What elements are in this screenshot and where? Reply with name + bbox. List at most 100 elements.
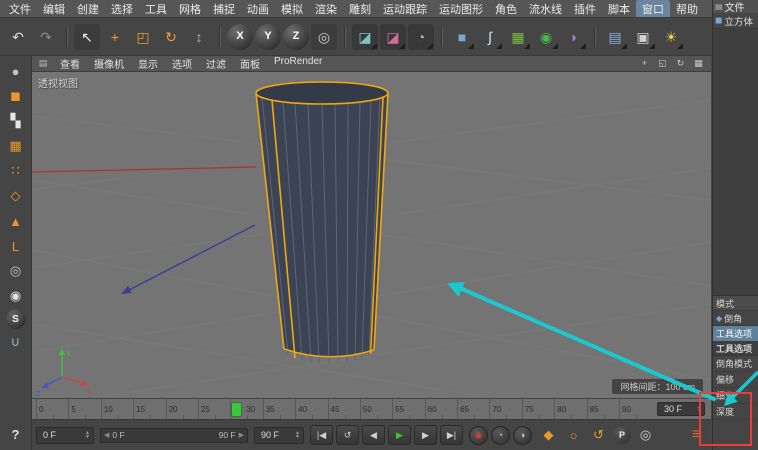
am-mode-menu[interactable]: 模式 <box>713 296 758 311</box>
edges-mode-icon[interactable]: ◇ <box>2 184 30 208</box>
viewport-solo-icon[interactable]: ◎ <box>2 259 30 283</box>
rotate-view-icon[interactable]: ↻ <box>674 58 687 69</box>
next-frame-button[interactable]: ▶ <box>414 425 437 445</box>
menubar-item[interactable]: 角色 <box>489 0 523 18</box>
menubar-item[interactable]: 插件 <box>568 0 602 18</box>
x-axis-lock-button[interactable]: X <box>227 24 253 50</box>
timeline-tick[interactable]: 40 <box>295 399 327 419</box>
timeline-tick[interactable]: 80 <box>554 399 586 419</box>
menubar-item[interactable]: 网格 <box>173 0 207 18</box>
viewport-menu-item[interactable]: 过滤 <box>199 56 233 71</box>
previous-frame-button[interactable]: ◀ <box>362 425 385 445</box>
render-settings-button[interactable]: ◔ <box>408 24 434 50</box>
points-mode-icon[interactable]: ∷ <box>2 159 30 183</box>
menubar-item[interactable]: 动画 <box>241 0 275 18</box>
z-axis-lock-button[interactable]: Z <box>283 24 309 50</box>
spinner-down-icon[interactable]: ▼ <box>85 435 90 439</box>
add-environment-button[interactable]: ▤ <box>602 24 628 50</box>
menubar-item[interactable]: 创建 <box>71 0 105 18</box>
add-cube-button[interactable]: ■ <box>449 24 475 50</box>
pan-view-icon[interactable]: + <box>638 58 651 69</box>
mouse-input-icon[interactable]: ◉ <box>2 284 30 308</box>
timeline-tick[interactable]: 45 <box>328 399 360 419</box>
zoom-view-icon[interactable]: ◱ <box>656 58 669 69</box>
solo-mode-icon[interactable]: S <box>6 309 26 329</box>
menubar-item[interactable]: 脚本 <box>602 0 636 18</box>
am-param-row[interactable]: 偏移 <box>713 372 758 388</box>
viewport-menu-item[interactable]: 摄像机 <box>87 56 131 71</box>
object-axis-mode-icon[interactable]: L <box>2 234 30 258</box>
timeline-tick[interactable]: 75 <box>522 399 554 419</box>
live-selection-icon[interactable]: ↖ <box>74 24 100 50</box>
menubar-item[interactable]: 文件 <box>3 0 37 18</box>
end-frame-field[interactable]: 90 F ▲▼ <box>254 427 304 444</box>
record-position-icon[interactable]: ◆ <box>538 425 559 445</box>
render-view-button[interactable]: ◪ <box>352 24 378 50</box>
am-section-header[interactable]: 工具选项 <box>713 342 758 356</box>
range-right-arrow-icon[interactable]: ▶ <box>239 431 244 439</box>
am-param-row[interactable]: 倒角模式 <box>713 356 758 372</box>
timeline-tick[interactable]: 65 <box>457 399 489 419</box>
object-list-item[interactable]: ◼ 立方体 <box>713 13 758 29</box>
menubar-item[interactable]: 运动图形 <box>433 0 489 18</box>
viewport-menu-item[interactable]: 面板 <box>233 56 267 71</box>
add-deformer-button[interactable]: ◗ <box>561 24 587 50</box>
timeline-tick[interactable]: 30 <box>230 399 262 419</box>
timeline-tick[interactable]: 50 <box>360 399 392 419</box>
record-scale-icon[interactable]: ○ <box>563 425 584 445</box>
timeline-tick[interactable]: 60 <box>425 399 457 419</box>
convert-object-icon[interactable]: ● <box>2 59 30 83</box>
play-loop-button[interactable]: ↺ <box>336 425 359 445</box>
scale-tool-icon[interactable]: ◰ <box>130 24 156 50</box>
recent-tool-dropdown[interactable]: ↕ <box>186 24 212 50</box>
menubar-item[interactable]: 选择 <box>105 0 139 18</box>
undo-icon[interactable]: ↶ <box>5 24 31 50</box>
goto-start-button[interactable]: |◀ <box>310 425 333 445</box>
polygons-mode-icon[interactable]: ▲ <box>2 209 30 233</box>
y-axis-lock-button[interactable]: Y <box>255 24 281 50</box>
spinner-down-icon[interactable]: ▼ <box>295 435 300 439</box>
coordinate-system-button[interactable]: ◎ <box>311 24 337 50</box>
current-frame-spinner[interactable]: 30 F ▲▼ <box>657 402 705 416</box>
timeline-tick[interactable]: 35 <box>263 399 295 419</box>
right-file-menu[interactable]: 文件 <box>725 0 745 14</box>
am-param-row[interactable]: 细分 <box>713 388 758 404</box>
toggle-view-icon[interactable]: ▦ <box>692 58 705 69</box>
viewport[interactable]: Y X Z 透视视图 网格间距：100 cm <box>32 72 711 398</box>
viewport-menu-item[interactable]: 选项 <box>165 56 199 71</box>
preview-range-slider[interactable]: ◀ 0 F 90 F ▶ <box>100 428 248 443</box>
timeline-tick[interactable]: 25 <box>198 399 230 419</box>
viewport-menu-item[interactable]: 查看 <box>53 56 87 71</box>
play-button[interactable]: ▶ <box>388 425 411 445</box>
menubar-item[interactable]: 雕刻 <box>343 0 377 18</box>
range-left-arrow-icon[interactable]: ◀ <box>104 431 109 439</box>
menubar-item[interactable]: 模拟 <box>275 0 309 18</box>
add-generator-button[interactable]: ◉ <box>533 24 559 50</box>
viewport-menu-item[interactable]: ProRender <box>267 56 329 71</box>
menubar-item[interactable]: 流水线 <box>523 0 568 18</box>
help-icon[interactable]: ? <box>2 422 30 446</box>
timeline-tick[interactable]: 85 <box>587 399 619 419</box>
record-rotation-icon[interactable]: ↺ <box>588 425 609 445</box>
workplane-mode-icon[interactable]: ▦ <box>2 134 30 158</box>
texture-mode-icon[interactable]: ▚ <box>2 109 30 133</box>
redo-icon[interactable]: ↷ <box>33 24 59 50</box>
menubar-item[interactable]: 渲染 <box>309 0 343 18</box>
record-active-objects-button[interactable]: ◉ <box>469 426 488 445</box>
spinner-down-icon[interactable]: ▼ <box>697 409 702 413</box>
viewport-panel-icon[interactable]: ▤ <box>36 58 50 70</box>
timeline-tick[interactable]: 10 <box>101 399 133 419</box>
autokey-toggle-button[interactable]: ◔ <box>491 426 510 445</box>
object-manager[interactable] <box>713 29 758 295</box>
render-picture-viewer-button[interactable]: ◪ <box>380 24 406 50</box>
menubar-item[interactable]: 运动跟踪 <box>377 0 433 18</box>
timeline-tick[interactable]: 5 <box>68 399 100 419</box>
model-mode-icon[interactable]: ◼ <box>2 84 30 108</box>
add-camera-button[interactable]: ▣ <box>630 24 656 50</box>
menubar-item[interactable]: 编辑 <box>37 0 71 18</box>
start-frame-field[interactable]: 0 F ▲▼ <box>36 427 94 444</box>
cylinder-object[interactable] <box>256 82 388 363</box>
menubar-item[interactable]: 捕捉 <box>207 0 241 18</box>
menubar-item[interactable]: 帮助 <box>670 0 704 18</box>
record-pla-icon[interactable]: ◎ <box>635 425 656 445</box>
